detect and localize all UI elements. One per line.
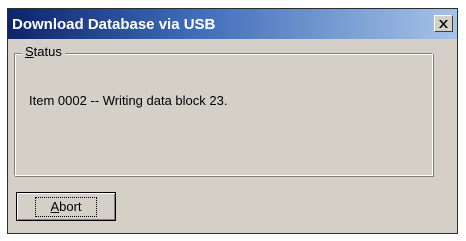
title-bar[interactable]: Download Database via USB bbox=[8, 9, 457, 39]
close-button[interactable] bbox=[434, 15, 453, 32]
window-title: Download Database via USB bbox=[12, 15, 216, 33]
status-group-label: Status bbox=[22, 44, 65, 60]
status-message: Item 0002 -- Writing data block 23. bbox=[29, 93, 228, 108]
abort-button-label: Abort bbox=[35, 196, 97, 217]
abort-button[interactable]: Abort bbox=[16, 192, 116, 221]
close-icon bbox=[439, 19, 448, 28]
status-groupbox bbox=[14, 53, 433, 176]
